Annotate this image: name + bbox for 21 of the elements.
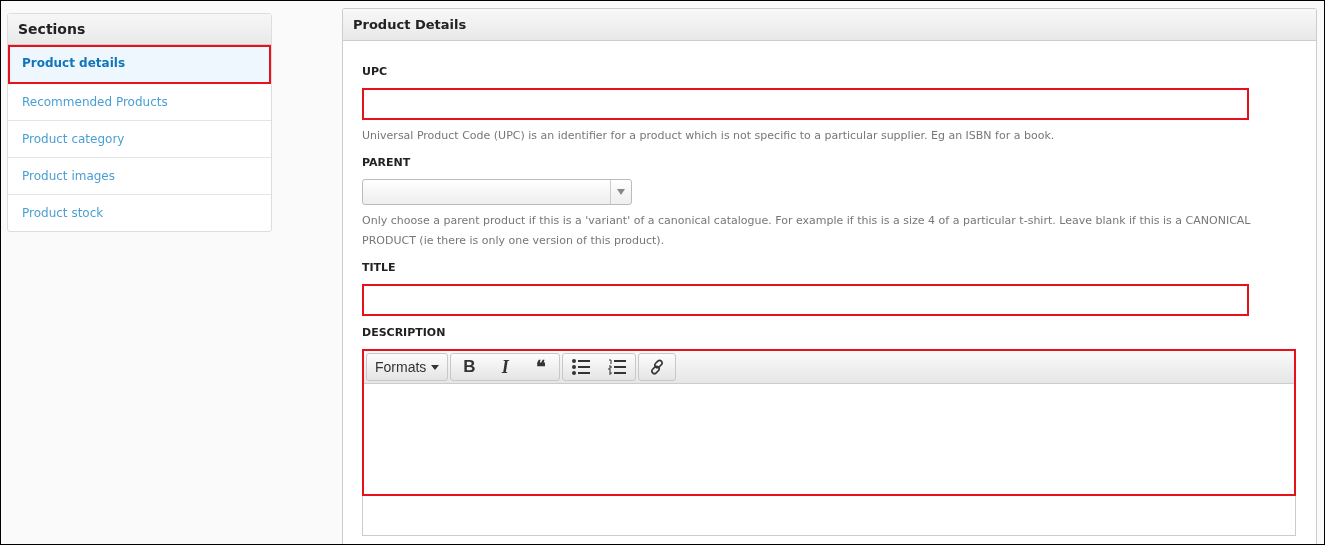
field-label: UPC [362, 65, 389, 78]
dropdown-arrow-icon [617, 189, 625, 195]
dropdown-button[interactable]: Formats [367, 354, 448, 380]
bold-button[interactable]: B [451, 354, 488, 380]
italic-button[interactable]: I [487, 354, 524, 380]
quote-button[interactable]: ❝ [523, 354, 560, 380]
input-field[interactable] [362, 88, 1249, 120]
section-link[interactable]: Product details [8, 45, 271, 84]
panel-title: Product Details [343, 9, 1316, 41]
caret-icon [431, 364, 440, 370]
help-text: Only choose a parent product if this is a 'variant' of a canonical catalogue. For example if this is a size 4 of a particular t-shirt. Leave blank if this is a CANONICAL PRODUCT (ie there is only one version of this product). [362, 213, 1252, 249]
field-label: TITLE [362, 261, 397, 274]
input-field[interactable] [362, 284, 1249, 316]
link-icon [649, 359, 666, 375]
numbered-list-icon [608, 359, 627, 375]
rich-text-editor[interactable]: Formats B I ❝ [362, 349, 1296, 536]
field-label: PARENT [362, 156, 412, 169]
bullet-list-icon [572, 359, 591, 375]
help-text: Universal Product Code (UPC) is an identifier for a product which is not specific to a particular supplier. Eg an ISBN for a book. [362, 128, 1056, 144]
field-label: DESCRIPTION [362, 326, 447, 339]
sections-title: Sections [8, 14, 271, 45]
